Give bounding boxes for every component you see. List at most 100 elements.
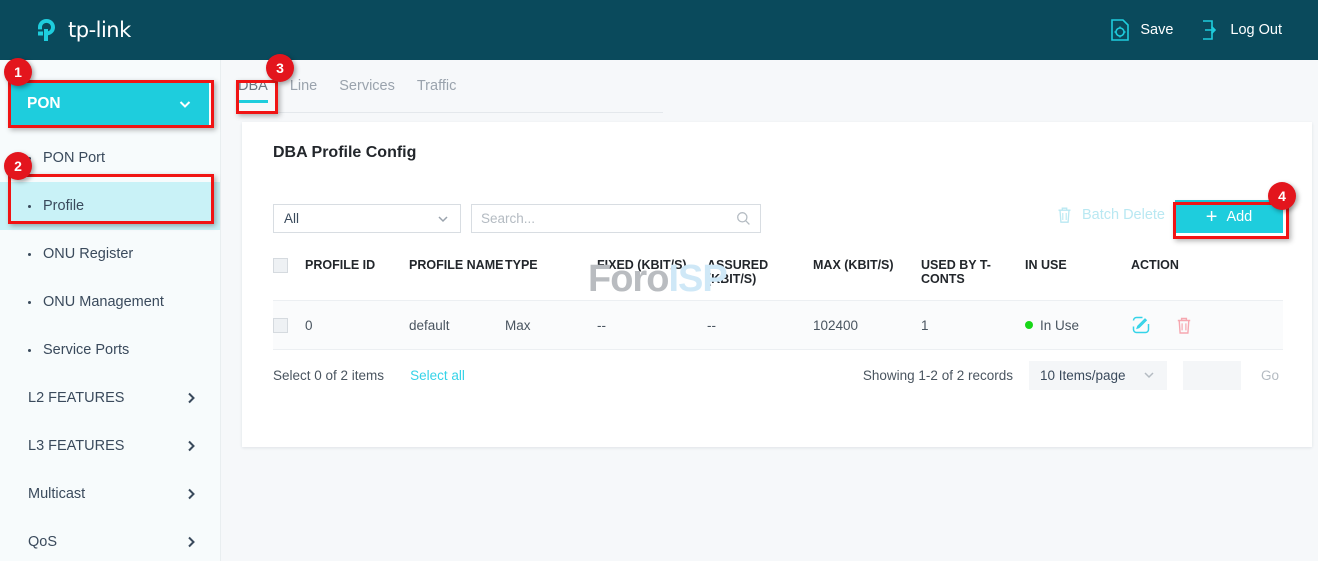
sidebar-section-label: L2 FEATURES [28, 390, 124, 406]
items-per-page-value: 10 Items/page [1040, 368, 1126, 383]
sidebar-section-multicast[interactable]: Multicast [0, 470, 220, 518]
go-button[interactable]: Go [1257, 368, 1283, 383]
chevron-down-icon [177, 96, 193, 112]
status-badge: In Use [1025, 318, 1131, 333]
tab-line[interactable]: Line [290, 78, 317, 103]
header-in-use: IN USE [1025, 250, 1131, 301]
tab-traffic[interactable]: Traffic [417, 78, 456, 103]
header-fixed: FIXED (KBIT/S) [597, 250, 707, 301]
bullet-icon [28, 301, 31, 304]
sidebar-item-label: PON Port [43, 150, 105, 166]
sidebar-section-l3-features[interactable]: L3 FEATURES [0, 422, 220, 470]
save-gear-document-icon [1109, 18, 1131, 42]
chevron-right-icon [184, 487, 198, 501]
plus-icon: + [1206, 207, 1218, 227]
logout-label: Log Out [1230, 22, 1282, 38]
sidebar-item-service-ports[interactable]: Service Ports [0, 326, 220, 374]
sidebar-item-profile[interactable]: Profile [0, 182, 220, 230]
topbar-actions: Save Log Out [1109, 18, 1282, 42]
bullet-icon [28, 253, 31, 256]
bullet-icon [28, 157, 31, 160]
select-all-link[interactable]: Select all [410, 368, 465, 383]
sidebar-section-qos[interactable]: QoS [0, 518, 220, 561]
sidebar-section-l2-features[interactable]: L2 FEATURES [0, 374, 220, 422]
content-panel: DBA Profile Config All [242, 122, 1312, 447]
sidebar-section-label: L3 FEATURES [28, 438, 124, 454]
select-all-checkbox[interactable] [273, 258, 288, 273]
selection-info: Select 0 of 2 items [273, 368, 384, 383]
tab-services[interactable]: Services [339, 78, 395, 103]
cell-type: Max [505, 301, 597, 350]
sidebar-section-label: QoS [28, 534, 57, 550]
tp-link-logo-icon [33, 16, 61, 44]
sidebar-item-label: ONU Management [43, 294, 164, 310]
chevron-right-icon [184, 439, 198, 453]
cell-max: 102400 [813, 301, 921, 350]
sidebar-item-label: Service Ports [43, 342, 129, 358]
batch-delete-label: Batch Delete [1082, 207, 1165, 223]
sidebar-group-pon[interactable]: PON [11, 82, 209, 126]
header-max: MAX (KBIT/S) [813, 250, 921, 301]
status-led-icon [1025, 321, 1033, 329]
cell-profile-name: default [409, 301, 505, 350]
top-header-bar: tp-link Save Log Out [0, 0, 1318, 60]
pagination-controls: Showing 1-2 of 2 records 10 Items/page G… [863, 361, 1283, 390]
cell-fixed: -- [597, 301, 707, 350]
table-toolbar: All Batch Delete + [273, 204, 1283, 234]
row-select-cell [273, 301, 305, 350]
application-window: tp-link Save Log Out [0, 0, 1318, 561]
batch-delete-button[interactable]: Batch Delete [1056, 206, 1165, 224]
bullet-icon [28, 205, 31, 208]
cell-actions [1131, 301, 1283, 350]
items-per-page-dropdown[interactable]: 10 Items/page [1029, 361, 1167, 390]
trash-icon[interactable] [1175, 316, 1193, 335]
table-header-row: PROFILE ID PROFILE NAME TYPE FIXED (KBIT… [273, 250, 1283, 301]
edit-pencil-icon[interactable] [1131, 315, 1151, 335]
tab-dba[interactable]: DBA [238, 78, 268, 103]
header-profile-id: PROFILE ID [305, 250, 409, 301]
row-actions [1131, 315, 1283, 335]
sidebar-item-onu-register[interactable]: ONU Register [0, 230, 220, 278]
header-assured: ASSURED (KBIT/S) [707, 250, 813, 301]
bullet-icon [28, 349, 31, 352]
table-row: 0 default Max -- -- 102400 1 In Use [273, 301, 1283, 350]
sidebar-group-label: PON [27, 95, 61, 113]
chevron-down-icon [1142, 368, 1156, 382]
header-profile-name: PROFILE NAME [409, 250, 505, 301]
save-label: Save [1140, 22, 1173, 38]
header-type: TYPE [505, 250, 597, 301]
save-button[interactable]: Save [1109, 18, 1173, 42]
sidebar-section-label: Multicast [28, 486, 85, 502]
logout-arrow-icon [1199, 18, 1221, 42]
logout-button[interactable]: Log Out [1199, 18, 1282, 42]
header-action: ACTION [1131, 250, 1283, 301]
sidebar-item-onu-management[interactable]: ONU Management [0, 278, 220, 326]
search-input[interactable] [481, 211, 736, 226]
add-button[interactable]: + Add [1175, 200, 1283, 233]
page-number-input[interactable] [1183, 361, 1241, 390]
brand-name: tp-link [68, 18, 131, 42]
search-icon[interactable] [736, 211, 751, 226]
cell-assured: -- [707, 301, 813, 350]
sidebar-item-pon-port[interactable]: PON Port [0, 134, 220, 182]
chevron-right-icon [184, 391, 198, 405]
sidebar-item-label: ONU Register [43, 246, 133, 262]
profile-table: PROFILE ID PROFILE NAME TYPE FIXED (KBIT… [273, 250, 1283, 350]
page-title: DBA Profile Config [273, 144, 416, 162]
sidebar-navigation: PON PON Port Profile ONU Register ONU Ma… [0, 60, 221, 561]
brand-logo[interactable]: tp-link [33, 16, 131, 44]
cell-in-use: In Use [1025, 301, 1131, 350]
records-info: Showing 1-2 of 2 records [863, 368, 1013, 383]
filter-dropdown[interactable]: All [273, 204, 461, 233]
sidebar-item-label: Profile [43, 198, 84, 214]
chevron-down-icon [436, 212, 450, 226]
cell-used-by-tconts: 1 [921, 301, 1025, 350]
trash-icon [1056, 206, 1073, 224]
filter-dropdown-value: All [284, 211, 299, 226]
sidebar-menu-list: PON Port Profile ONU Register ONU Manage… [0, 134, 220, 561]
search-box[interactable] [471, 204, 761, 233]
select-all-header [273, 250, 305, 301]
row-checkbox[interactable] [273, 318, 288, 333]
status-label: In Use [1040, 318, 1079, 333]
add-label: Add [1226, 209, 1252, 225]
